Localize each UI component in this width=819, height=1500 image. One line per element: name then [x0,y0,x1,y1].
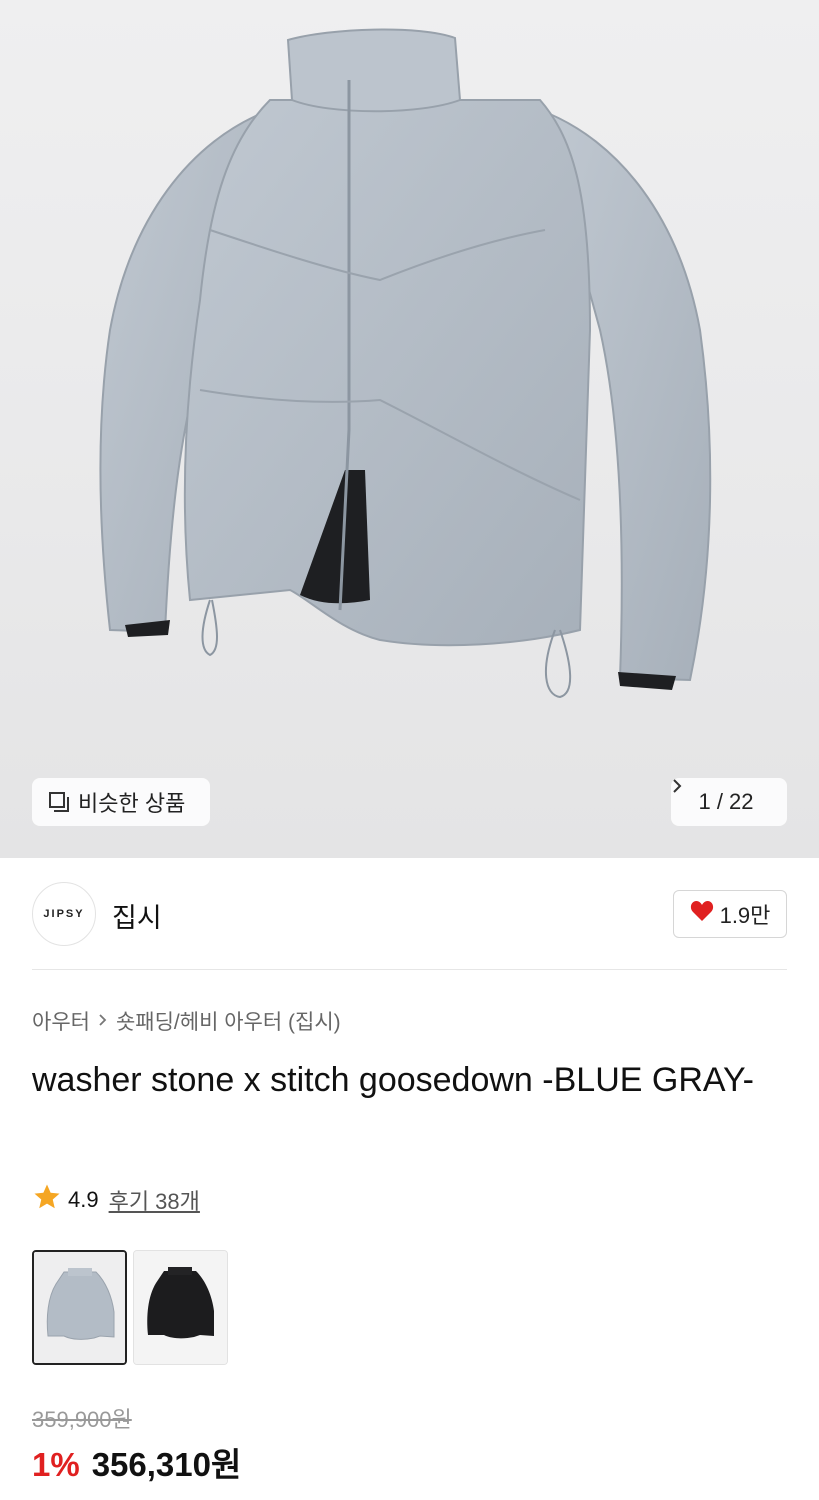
star-icon [32,1182,62,1218]
swatch-black[interactable] [133,1250,228,1365]
rating-score: 4.9 [68,1187,99,1212]
similar-items-icon [48,791,70,813]
like-button[interactable]: 1.9만 [673,890,787,938]
image-counter-button[interactable]: 1 / 22 [671,778,787,826]
divider [32,969,787,970]
rating-row: 4.9 후기 38개 [32,1182,200,1218]
product-title: washer stone x stitch goosedown -BLUE GR… [32,1061,754,1099]
original-price: 359,900원 [32,1407,132,1432]
breadcrumb-item-outer[interactable]: 아우터 [32,1006,90,1036]
similar-products-button[interactable]: 비슷한 상품 [32,778,210,826]
chevron-right-icon [98,1009,108,1033]
swatch-blue-gray[interactable] [32,1250,127,1365]
final-price: 356,310원 [91,1446,242,1483]
product-photo-jacket [99,28,712,699]
discount-rate: 1% [32,1446,80,1483]
brand-name[interactable]: 집시 [112,896,162,935]
breadcrumb-item-category[interactable]: 숏패딩/헤비 아우터 (집시) [116,1006,341,1036]
similar-products-label: 비슷한 상품 [78,791,186,816]
breadcrumb: 아우터 숏패딩/헤비 아우터 (집시) [32,1006,341,1036]
brand-logo[interactable]: JIPSY [32,882,96,946]
image-counter-text: 1 / 22 [698,789,754,814]
color-swatches [32,1250,228,1365]
product-image-gallery[interactable]: 비슷한 상품 1 / 22 [0,0,819,858]
price-row: 1% 356,310원 [32,1438,241,1486]
heart-icon [690,900,714,928]
reviews-link[interactable]: 후기 38개 [109,1184,200,1216]
like-count: 1.9만 [719,903,771,928]
brand-row: JIPSY 집시 1.9만 [32,882,787,948]
